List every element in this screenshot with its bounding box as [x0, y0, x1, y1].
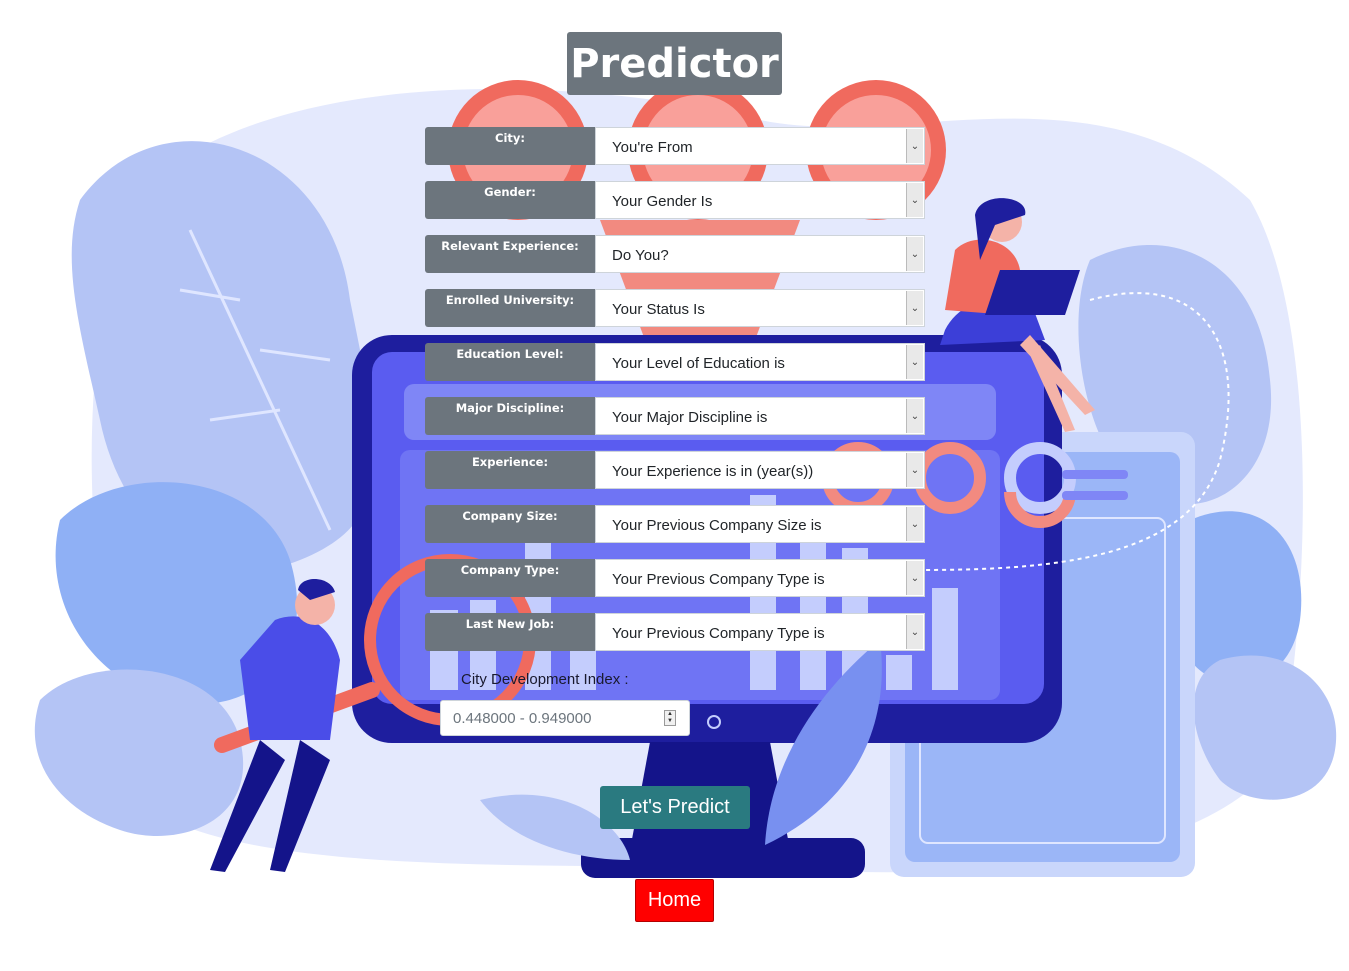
home-button[interactable]: Home — [635, 879, 714, 922]
field-label-experience: Experience: — [425, 451, 595, 489]
chevron-down-icon: ⌄ — [906, 291, 923, 325]
select-major-discipline[interactable]: Your Major Discipline is ⌄ — [595, 397, 925, 435]
select-last-new-job[interactable]: Your Previous Company Type is ⌄ — [595, 613, 925, 651]
chevron-down-icon: ⌄ — [906, 237, 923, 271]
cdi-placeholder: 0.448000 - 0.949000 — [453, 710, 592, 727]
select-relevant-experience[interactable]: Do You? ⌄ — [595, 235, 925, 273]
select-value-enrolled-university: Your Status Is — [612, 301, 705, 318]
page-title: Predictor — [567, 32, 782, 95]
select-value-major-discipline: Your Major Discipline is — [612, 409, 768, 426]
field-label-enrolled-university: Enrolled University: — [425, 289, 595, 327]
field-label-city: City: — [425, 127, 595, 165]
field-company-size: Company Size: Your Previous Company Size… — [425, 505, 925, 543]
select-value-education-level: Your Level of Education is — [612, 355, 785, 372]
field-label-education-level: Education Level: — [425, 343, 595, 381]
field-label-relevant-experience: Relevant Experience: — [425, 235, 595, 273]
field-gender: Gender: Your Gender Is ⌄ — [425, 181, 925, 219]
select-value-company-size: Your Previous Company Size is — [612, 517, 822, 534]
field-major-discipline: Major Discipline: Your Major Discipline … — [425, 397, 925, 435]
chevron-down-icon: ⌄ — [906, 129, 923, 163]
select-value-city: You're From — [612, 139, 693, 156]
chevron-down-icon: ⌄ — [906, 561, 923, 595]
select-company-size[interactable]: Your Previous Company Size is ⌄ — [595, 505, 925, 543]
chevron-down-icon: ⌄ — [906, 507, 923, 541]
select-experience[interactable]: Your Experience is in (year(s)) ⌄ — [595, 451, 925, 489]
spinner-icon[interactable]: ▲ ▼ — [664, 710, 676, 726]
chevron-down-icon: ⌄ — [906, 615, 923, 649]
field-experience: Experience: Your Experience is in (year(… — [425, 451, 925, 489]
field-last-new-job: Last New Job: Your Previous Company Type… — [425, 613, 925, 651]
chevron-down-icon: ⌄ — [906, 399, 923, 433]
select-city[interactable]: You're From ⌄ — [595, 127, 925, 165]
field-label-major-discipline: Major Discipline: — [425, 397, 595, 435]
cdi-number-input[interactable]: 0.448000 - 0.949000 ▲ ▼ — [440, 700, 690, 736]
field-city: City: You're From ⌄ — [425, 127, 925, 165]
select-value-company-type: Your Previous Company Type is — [612, 571, 825, 588]
field-label-gender: Gender: — [425, 181, 595, 219]
select-education-level[interactable]: Your Level of Education is ⌄ — [595, 343, 925, 381]
field-company-type: Company Type: Your Previous Company Type… — [425, 559, 925, 597]
field-education-level: Education Level: Your Level of Education… — [425, 343, 925, 381]
select-enrolled-university[interactable]: Your Status Is ⌄ — [595, 289, 925, 327]
select-company-type[interactable]: Your Previous Company Type is ⌄ — [595, 559, 925, 597]
cdi-label: City Development Index : — [461, 671, 629, 688]
select-value-gender: Your Gender Is — [612, 193, 713, 210]
select-value-relevant-experience: Do You? — [612, 247, 669, 264]
chevron-down-icon: ⌄ — [906, 183, 923, 217]
chevron-down-icon: ⌄ — [906, 345, 923, 379]
predict-button[interactable]: Let's Predict — [600, 786, 750, 829]
field-enrolled-university: Enrolled University: Your Status Is ⌄ — [425, 289, 925, 327]
field-label-company-size: Company Size: — [425, 505, 595, 543]
field-relevant-experience: Relevant Experience: Do You? ⌄ — [425, 235, 925, 273]
field-label-last-new-job: Last New Job: — [425, 613, 595, 651]
select-value-last-new-job: Your Previous Company Type is — [612, 625, 825, 642]
select-gender[interactable]: Your Gender Is ⌄ — [595, 181, 925, 219]
select-value-experience: Your Experience is in (year(s)) — [612, 463, 814, 480]
chevron-down-icon: ⌄ — [906, 453, 923, 487]
field-label-company-type: Company Type: — [425, 559, 595, 597]
